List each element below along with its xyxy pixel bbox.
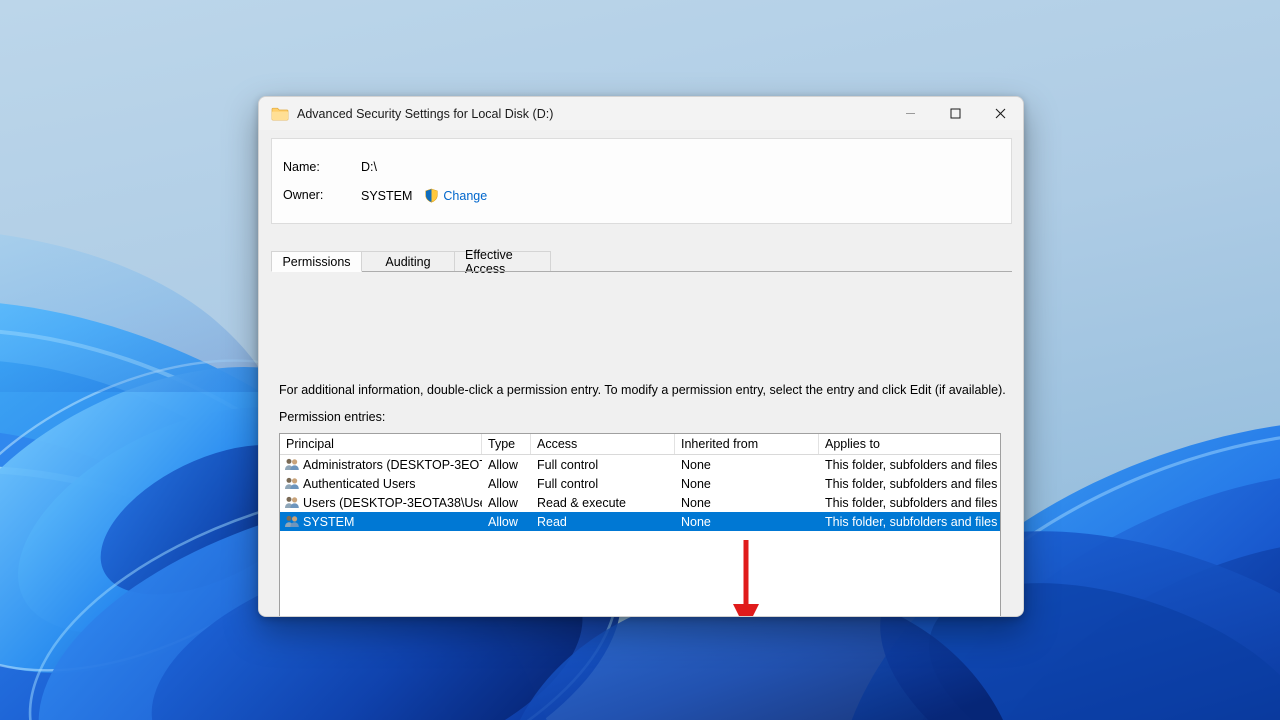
window-title: Advanced Security Settings for Local Dis… [297,107,553,121]
users-group-icon [284,514,300,529]
tab-effective-access[interactable]: Effective Access [454,251,551,272]
permission-entries-listview[interactable]: Principal Type Access Inherited from App… [279,433,1001,617]
maximize-button[interactable] [933,97,978,130]
close-button[interactable] [978,97,1023,130]
cell-type: Allow [482,493,531,512]
column-header-inherited-from[interactable]: Inherited from [675,434,819,454]
cell-applies-to: This folder, subfolders and files [819,512,1000,531]
cell-type: Allow [482,455,531,474]
uac-shield-icon [424,188,439,203]
cell-access: Full control [531,455,675,474]
cell-applies-to: This folder, subfolders and files [819,455,1000,474]
dialog-body: Name: D:\ Owner: SYSTEM Change Permissio… [259,130,1023,616]
table-row[interactable]: SYSTEM Allow Read None This folder, subf… [280,512,1000,531]
cell-principal-text: Administrators (DESKTOP-3EOT... [303,458,482,472]
cell-inherited-from: None [675,512,819,531]
cell-type: Allow [482,474,531,493]
cell-applies-to: This folder, subfolders and files [819,474,1000,493]
table-row[interactable]: Authenticated Users Allow Full control N… [280,474,1000,493]
name-label: Name: [283,160,320,174]
cell-access: Read & execute [531,493,675,512]
tab-underline [271,271,1012,272]
column-header-principal[interactable]: Principal [280,434,482,454]
cell-applies-to: This folder, subfolders and files [819,493,1000,512]
object-info-group: Name: D:\ Owner: SYSTEM Change [271,138,1012,224]
owner-row: SYSTEM Change [361,188,487,203]
window-controls [888,97,1023,130]
change-owner-link[interactable]: Change [443,189,487,203]
cell-principal-text: SYSTEM [303,515,354,529]
cell-access: Full control [531,474,675,493]
cell-principal-text: Users (DESKTOP-3EOTA38\Users) [303,496,482,510]
listview-header-row: Principal Type Access Inherited from App… [280,434,1000,455]
cell-inherited-from: None [675,493,819,512]
table-row[interactable]: Users (DESKTOP-3EOTA38\Users) Allow Read… [280,493,1000,512]
cell-principal: Users (DESKTOP-3EOTA38\Users) [280,493,482,512]
advanced-security-settings-dialog: Advanced Security Settings for Local Dis… [258,96,1024,617]
tab-strip: Permissions Auditing Effective Access [271,250,1012,272]
permission-entries-label: Permission entries: [279,410,385,424]
users-group-icon [284,476,300,491]
cell-inherited-from: None [675,474,819,493]
users-group-icon [284,457,300,472]
cell-type: Allow [482,512,531,531]
column-header-access[interactable]: Access [531,434,675,454]
cell-principal-text: Authenticated Users [303,477,416,491]
cell-principal: Administrators (DESKTOP-3EOT... [280,455,482,474]
column-header-applies-to[interactable]: Applies to [819,434,1000,454]
owner-value: SYSTEM [361,189,412,203]
cell-principal: Authenticated Users [280,474,482,493]
name-value: D:\ [361,160,377,174]
folder-icon [271,106,289,122]
cell-access: Read [531,512,675,531]
tab-auditing[interactable]: Auditing [361,251,455,272]
minimize-button[interactable] [888,97,933,130]
description-text: For additional information, double-click… [279,383,1006,397]
tab-permissions[interactable]: Permissions [271,251,362,272]
column-header-type[interactable]: Type [482,434,531,454]
users-group-icon [284,495,300,510]
cell-principal: SYSTEM [280,512,482,531]
dialog-titlebar[interactable]: Advanced Security Settings for Local Dis… [259,97,1023,131]
owner-label: Owner: [283,188,323,202]
cell-inherited-from: None [675,455,819,474]
table-row[interactable]: Administrators (DESKTOP-3EOT... Allow Fu… [280,455,1000,474]
